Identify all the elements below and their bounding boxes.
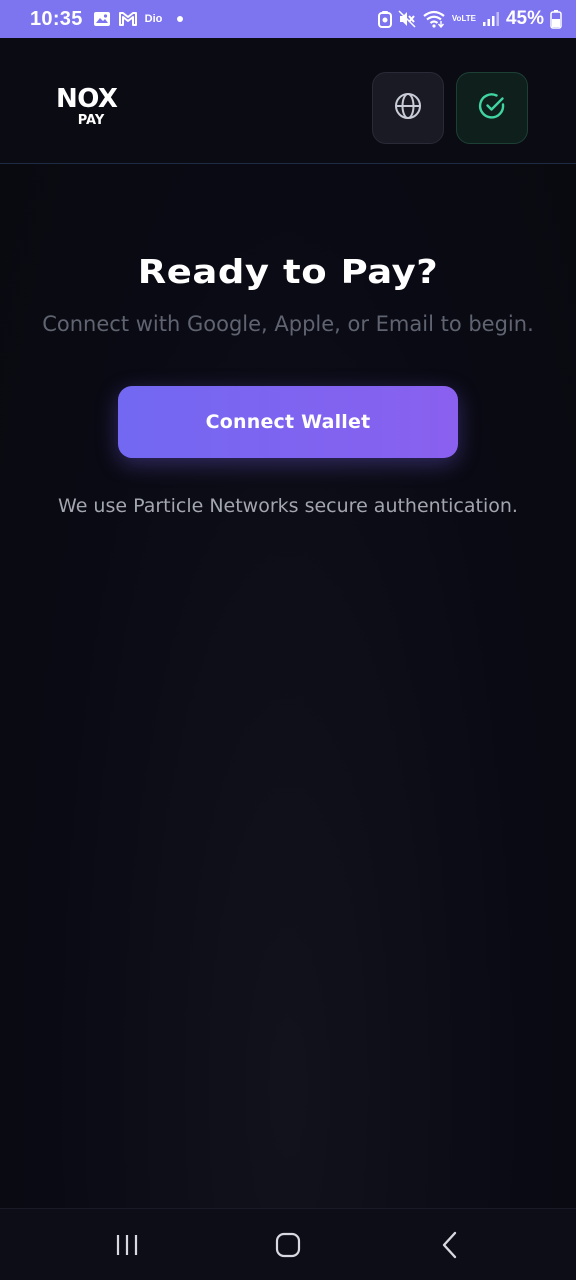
page-title: Ready to Pay? xyxy=(137,252,439,291)
cast-icon xyxy=(377,10,392,28)
status-system-icons: Vo LTE 45% xyxy=(377,8,562,30)
battery-percent: 45% xyxy=(505,8,544,29)
logo-subtitle: PAY xyxy=(77,113,105,128)
app-screen: 10:35 Dio Vo LTE 45% NOX PAY Ready to Pa… xyxy=(0,0,576,1280)
gmail-icon xyxy=(118,11,138,27)
connect-wallet-button[interactable]: Connect Wallet xyxy=(118,386,458,458)
status-time: 10:35 xyxy=(30,7,83,30)
volte-bottom-label: LTE xyxy=(461,14,476,23)
app-header: NOX PAY xyxy=(0,38,576,164)
volte-top-label: Vo xyxy=(451,14,462,23)
wifi-icon xyxy=(422,10,446,28)
check-circle-icon xyxy=(477,91,507,125)
system-nav-bar xyxy=(0,1208,576,1280)
status-notification-icons: Dio xyxy=(93,10,184,28)
dio-icon: Dio xyxy=(144,13,163,25)
volte-icon: Vo LTE xyxy=(452,15,476,23)
logo-title: NOX xyxy=(56,84,118,114)
notification-dot xyxy=(177,16,184,22)
connection-status-button[interactable] xyxy=(456,72,528,144)
battery-icon xyxy=(550,9,562,29)
home-icon[interactable] xyxy=(268,1229,308,1261)
globe-icon xyxy=(393,91,423,125)
auth-note: We use Particle Networks secure authenti… xyxy=(58,495,518,517)
page-subtitle: Connect with Google, Apple, or Email to … xyxy=(42,312,534,336)
signal-icon xyxy=(482,11,500,27)
nox-pay-logo[interactable]: NOX PAY xyxy=(56,86,132,128)
language-button[interactable] xyxy=(372,72,444,144)
recent-apps-icon[interactable] xyxy=(107,1229,147,1261)
status-bar: 10:35 Dio Vo LTE 45% xyxy=(0,0,576,38)
mute-icon xyxy=(398,10,416,28)
back-icon[interactable] xyxy=(430,1229,470,1261)
gallery-icon xyxy=(93,10,111,28)
